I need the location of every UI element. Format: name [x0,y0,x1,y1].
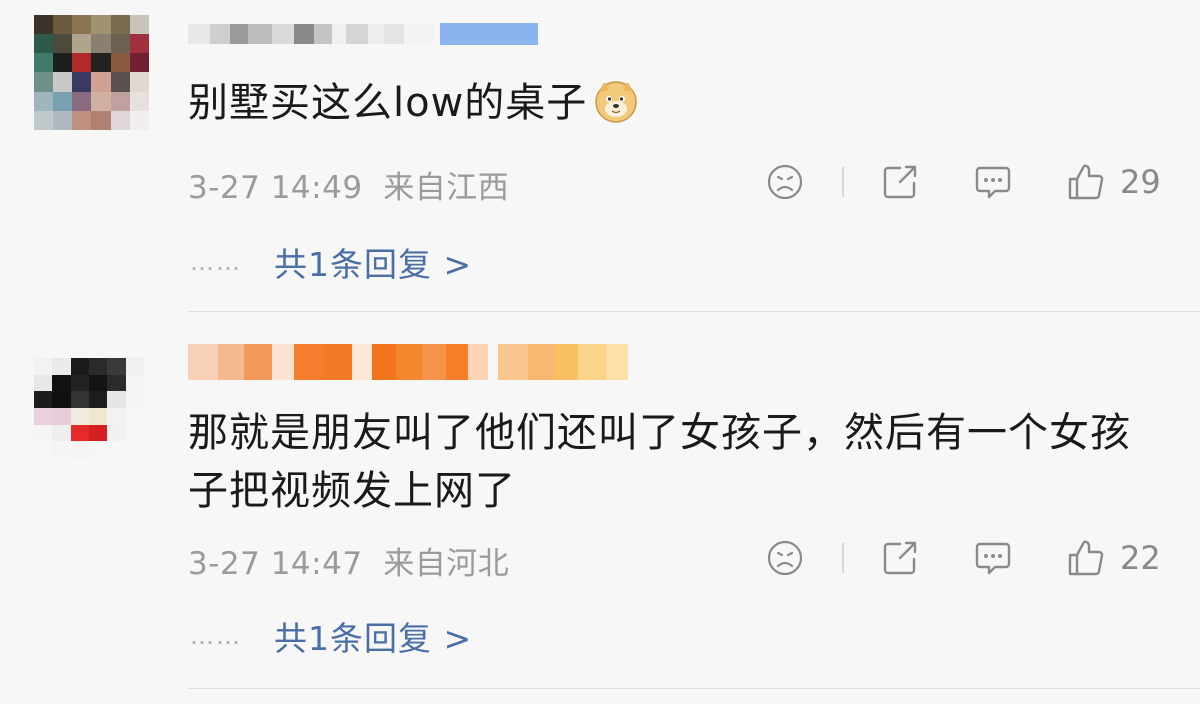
comment-text-body: 别墅买这么low的桌子 [188,80,588,126]
avatar[interactable] [34,15,149,130]
view-replies-link[interactable]: 共1条回复 > [274,238,472,286]
comment-icon [975,542,1011,575]
action-bar: 22 [0,533,1200,583]
comment-divider [188,311,1200,312]
comment-text-body: 那就是朋友叫了他们还叫了女孩子，然后有一个女孩子把视频发上网了 [188,410,1131,514]
thumbs-up-icon [1068,540,1104,576]
username-blurred[interactable] [188,342,628,382]
share-icon [883,165,917,199]
share-button[interactable] [880,157,920,207]
comment-button[interactable] [973,157,1013,207]
like-button[interactable]: 22 [1066,533,1161,583]
action-bar: 29 [0,157,1200,207]
comment-divider [188,688,1200,689]
reply-dots: …… [190,622,242,650]
avatar[interactable] [34,358,144,458]
reply-row: …… 共1条回复 > [190,611,472,661]
reply-row: …… 共1条回复 > [190,237,472,287]
username-blurred[interactable] [188,14,538,54]
reply-dots: …… [190,248,242,276]
comment-button[interactable] [973,533,1013,583]
share-icon [883,541,917,575]
thumbs-up-icon [1068,164,1104,200]
sad-face-icon [767,164,803,200]
dislike-button[interactable] [765,533,805,583]
like-count: 22 [1120,539,1161,577]
doge-emoji-icon [593,78,639,124]
comment-text: 那就是朋友叫了他们还叫了女孩子，然后有一个女孩子把视频发上网了 [188,404,1168,520]
view-replies-link[interactable]: 共1条回复 > [274,612,472,660]
dislike-button[interactable] [765,157,805,207]
like-count: 29 [1120,163,1161,201]
like-button[interactable]: 29 [1066,157,1161,207]
share-button[interactable] [880,533,920,583]
sad-face-icon [767,540,803,576]
comment-icon [975,166,1011,199]
action-divider [842,543,844,573]
action-divider [842,167,844,197]
comment-text: 别墅买这么low的桌子 [188,74,1168,132]
